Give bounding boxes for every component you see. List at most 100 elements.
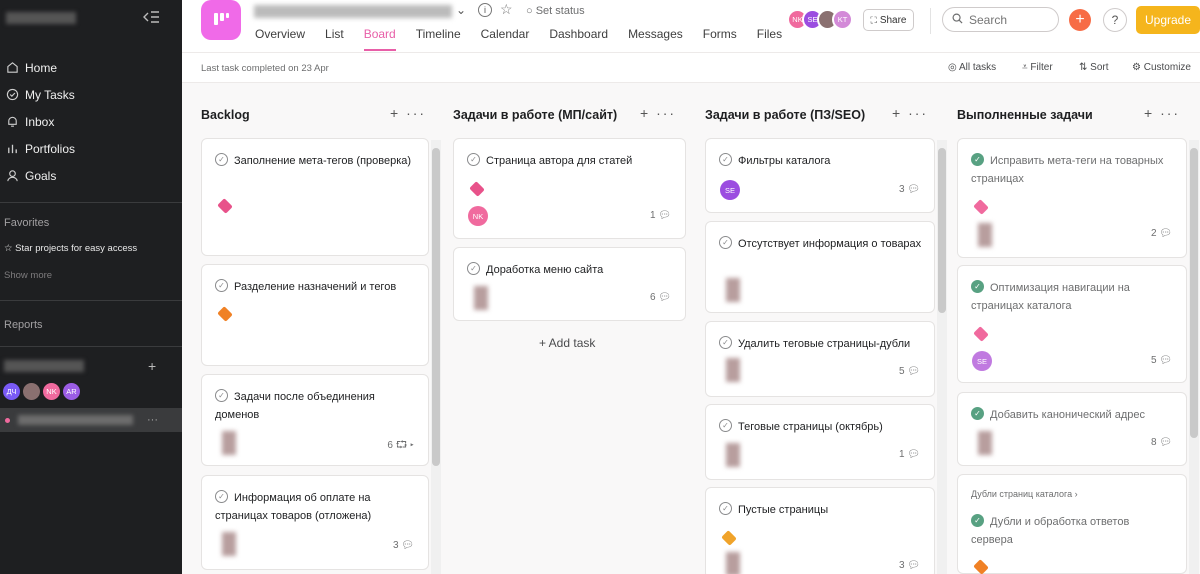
task-card[interactable]: Дубли страниц каталога › ✓ Дубли и обраб… [957, 474, 1187, 574]
team-member-avatar[interactable] [22, 382, 41, 401]
more-icon[interactable]: ··· [656, 105, 676, 121]
share-button[interactable]: ⛶ Share [863, 9, 914, 31]
assignee-avatar[interactable]: NK [468, 206, 488, 226]
sidebar-item-inbox[interactable]: Inbox [0, 108, 182, 135]
team-member-avatar[interactable]: NK [42, 382, 61, 401]
team-name-blurred[interactable] [4, 360, 84, 372]
project-more-icon[interactable]: ··· [147, 414, 158, 426]
comment-count[interactable]: 2 💬︎ [1151, 228, 1172, 239]
comment-count[interactable]: 5 💬︎ [1151, 355, 1172, 366]
comment-count[interactable]: 1 💬︎ [650, 210, 671, 221]
column-title[interactable]: Задачи в работе (МП/сайт) [453, 108, 617, 122]
all-tasks-button[interactable]: ◎ All tasks [948, 62, 996, 73]
set-status-button[interactable]: ○ Set status [526, 5, 585, 17]
task-card[interactable]: ✓ Отсутствует информация о товарах [705, 221, 935, 313]
workspace-name-blurred[interactable] [6, 12, 76, 24]
tab-files[interactable]: Files [757, 27, 782, 51]
add-card-icon[interactable]: + [390, 105, 400, 121]
column-title[interactable]: Выполненные задачи [957, 108, 1093, 122]
comment-count[interactable]: 3 💬︎ [393, 540, 414, 551]
comment-count[interactable]: 3 💬︎ [899, 184, 920, 195]
assignee-avatar[interactable]: SE [720, 180, 740, 200]
comment-count[interactable]: 6 💬︎ [650, 292, 671, 303]
assignee-avatar[interactable]: SE [972, 351, 992, 371]
team-member-avatar[interactable]: ДЧ [2, 382, 21, 401]
sidebar-item-home[interactable]: Home [0, 54, 182, 81]
help-button[interactable]: ? [1103, 8, 1127, 32]
task-card[interactable]: ✓ Разделение назначений и тегов [201, 264, 429, 366]
subtask-count[interactable]: 6 ⮔ ▸ [387, 438, 414, 455]
star-icon[interactable]: ☆ [500, 1, 513, 18]
customize-button[interactable]: ⚙ Customize [1132, 62, 1191, 73]
search-box[interactable] [942, 7, 1059, 32]
add-card-icon[interactable]: + [1144, 105, 1154, 121]
tab-forms[interactable]: Forms [703, 27, 737, 51]
scrollbar-thumb[interactable] [1190, 148, 1198, 438]
show-more-link[interactable]: Show more [4, 270, 52, 281]
assignee-avatar-blurred[interactable] [222, 431, 236, 455]
add-task-button[interactable]: + Add task [539, 336, 595, 350]
task-card[interactable]: ✓ Теговые страницы (октябрь) 1 💬︎ [705, 404, 935, 480]
search-input[interactable] [969, 12, 1049, 27]
column-title[interactable]: Backlog [201, 108, 250, 122]
task-card[interactable]: ✓ Доработка меню сайта 6 💬︎ [453, 247, 686, 321]
assignee-avatar-blurred[interactable] [222, 532, 236, 556]
tab-timeline[interactable]: Timeline [416, 27, 461, 51]
add-card-icon[interactable]: + [640, 105, 650, 121]
project-icon[interactable] [201, 0, 241, 40]
reports-heading[interactable]: Reports [4, 319, 43, 331]
comment-count[interactable]: 8 💬︎ [1151, 437, 1172, 448]
sidebar-project-active[interactable]: ··· [0, 408, 182, 432]
assignee-avatar-blurred[interactable] [474, 286, 488, 310]
sidebar-item-portfolios[interactable]: Portfolios [0, 135, 182, 162]
column-actions[interactable]: + ··· [1144, 105, 1180, 121]
comment-count[interactable]: 3 💬︎ [899, 560, 920, 571]
member-avatar[interactable]: KT [832, 9, 853, 30]
column-title[interactable]: Задачи в работе (ПЗ/SEO) [705, 108, 865, 122]
column-actions[interactable]: + ··· [892, 105, 928, 121]
column-actions[interactable]: + ··· [390, 105, 426, 121]
column-scrollbar[interactable] [1189, 140, 1199, 574]
favorites-heading[interactable]: Favorites [4, 217, 49, 229]
parent-task-link[interactable]: Дубли страниц каталога › [971, 489, 1078, 499]
tab-list[interactable]: List [325, 27, 344, 51]
task-card[interactable]: ✓ Удалить теговые страницы-дубли 5 💬︎ [705, 321, 935, 397]
team-member-avatar[interactable]: AR [62, 382, 81, 401]
task-card[interactable]: ✓ Задачи после объединения доменов 6 ⮔ ▸ [201, 374, 429, 466]
task-card[interactable]: ✓ Заполнение мета-тегов (проверка) [201, 138, 429, 256]
add-project-icon[interactable]: + [148, 358, 156, 374]
comment-count[interactable]: 1 💬︎ [899, 449, 920, 460]
chevron-down-icon[interactable]: ⌄ [456, 3, 466, 17]
tab-overview[interactable]: Overview [255, 27, 305, 51]
tab-dashboard[interactable]: Dashboard [549, 27, 608, 51]
sort-button[interactable]: ⇅ Sort [1079, 62, 1109, 73]
team-avatars[interactable]: ДЧ NK AR [2, 382, 82, 401]
sidebar-item-goals[interactable]: Goals [0, 162, 182, 189]
sidebar-item-my-tasks[interactable]: My Tasks [0, 81, 182, 108]
assignee-avatar-blurred[interactable] [726, 358, 740, 382]
assignee-avatar-blurred[interactable] [726, 278, 740, 302]
column-actions[interactable]: + ··· [640, 105, 676, 121]
task-card[interactable]: ✓ Добавить канонический адрес 8 💬︎ [957, 392, 1187, 466]
info-icon[interactable]: i [478, 3, 492, 17]
filter-button[interactable]: ⩡ Filter [1022, 62, 1053, 73]
task-card[interactable]: ✓ Оптимизация навигации на страницах кат… [957, 265, 1187, 383]
assignee-avatar-blurred[interactable] [978, 431, 992, 455]
sidebar-collapse-icon[interactable] [142, 10, 162, 26]
task-card[interactable]: ✓ Страница автора для статей NK 1 💬︎ [453, 138, 686, 239]
project-title-blurred[interactable] [254, 5, 452, 18]
quick-add-button[interactable]: + [1069, 9, 1091, 31]
comment-count[interactable]: 5 💬︎ [899, 366, 920, 377]
assignee-avatar-blurred[interactable] [726, 443, 740, 467]
assignee-avatar-blurred[interactable] [726, 552, 740, 574]
more-icon[interactable]: ··· [908, 105, 928, 121]
upgrade-button[interactable]: Upgrade [1136, 6, 1200, 34]
tab-calendar[interactable]: Calendar [481, 27, 530, 51]
more-icon[interactable]: ··· [406, 105, 426, 121]
tab-board[interactable]: Board [363, 27, 396, 51]
more-icon[interactable]: ··· [1160, 105, 1180, 121]
assignee-avatar-blurred[interactable] [978, 223, 992, 247]
add-card-icon[interactable]: + [892, 105, 902, 121]
task-card[interactable]: ✓ Пустые страницы 3 💬︎ [705, 487, 935, 574]
task-card[interactable]: ✓ Исправить мета-теги на товарных страни… [957, 138, 1187, 258]
